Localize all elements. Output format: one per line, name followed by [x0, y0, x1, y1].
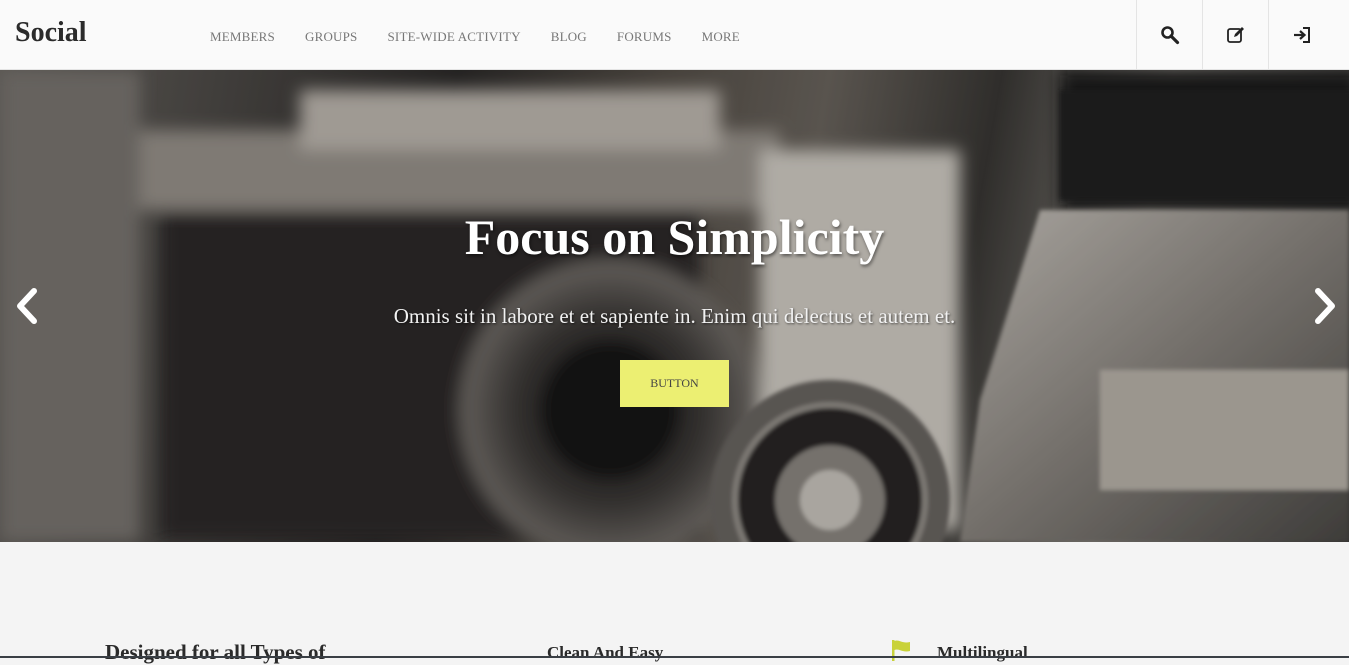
feature-multilingual: Multilingual [937, 643, 1028, 662]
write-button[interactable] [1202, 0, 1268, 70]
nav-members[interactable]: MEMBERS [195, 29, 290, 45]
header-tools [1136, 0, 1334, 70]
chevron-right-icon [1315, 288, 1335, 324]
search-icon [1160, 26, 1179, 45]
hero-subtitle: Omnis sit in labore et et sapiente in. E… [393, 304, 956, 328]
nav-forums[interactable]: FORUMS [602, 29, 687, 45]
login-icon [1293, 27, 1310, 43]
site-logo[interactable]: Social [15, 17, 87, 49]
chevron-left-icon [17, 288, 37, 324]
hero-slider: Focus on Simplicity Omnis sit in labore … [0, 70, 1349, 542]
hero-cta-button[interactable]: BUTTON [620, 360, 729, 407]
login-button[interactable] [1268, 0, 1334, 70]
hero-title: Focus on Simplicity [464, 209, 885, 265]
features-heading: Designed for all Types of [105, 640, 326, 664]
nav-more[interactable]: MORE [687, 29, 755, 45]
nav-site-wide-activity[interactable]: SITE-WIDE ACTIVITY [372, 29, 535, 45]
nav-groups[interactable]: GROUPS [290, 29, 373, 45]
search-button[interactable] [1136, 0, 1202, 70]
edit-icon [1226, 27, 1244, 43]
main-nav: MEMBERS GROUPS SITE-WIDE ACTIVITY BLOG F… [195, 29, 755, 45]
site-header: Social MEMBERS GROUPS SITE-WIDE ACTIVITY… [0, 0, 1349, 70]
slider-next-button[interactable] [1310, 288, 1340, 324]
feature-clean-and-easy: Clean And Easy [547, 643, 664, 662]
slider-prev-button[interactable] [12, 288, 42, 324]
nav-blog[interactable]: BLOG [536, 29, 602, 45]
